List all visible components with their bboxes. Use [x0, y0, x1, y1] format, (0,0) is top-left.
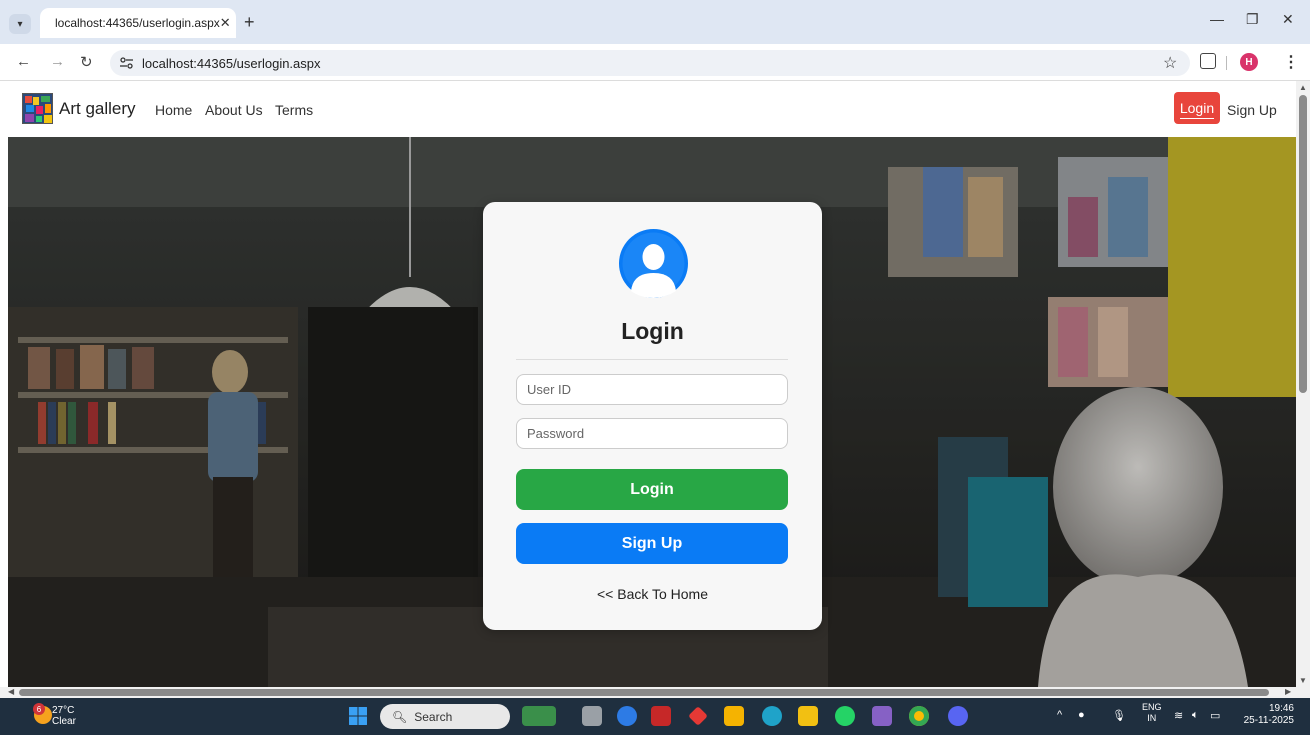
- url-text: localhost:44365/userlogin.aspx: [142, 55, 321, 71]
- widgets-game-icon[interactable]: [522, 706, 556, 726]
- git-icon[interactable]: [688, 706, 708, 726]
- site-settings-icon[interactable]: [118, 56, 136, 70]
- wifi-icon[interactable]: ≋: [1174, 709, 1183, 722]
- page-viewport: Art gallery Home About Us Terms Login Si…: [0, 81, 1296, 687]
- mcafee-icon[interactable]: [651, 706, 671, 726]
- bookmark-star-icon[interactable]: ☆: [1163, 53, 1177, 73]
- minimize-icon[interactable]: —: [1210, 11, 1224, 27]
- address-toolbar: ← → ↻ localhost:44365/userlogin.aspx ☆ H…: [0, 44, 1310, 81]
- browser-tab[interactable]: localhost:44365/userlogin.aspx ✕: [40, 8, 236, 38]
- browser-menu-icon[interactable]: ⋮: [1283, 52, 1299, 72]
- search-label: Search: [414, 709, 453, 724]
- forward-arrow-icon[interactable]: →: [50, 53, 65, 70]
- store-icon[interactable]: [724, 706, 744, 726]
- visual-studio-icon[interactable]: [872, 706, 892, 726]
- browser-tab-bar: ▾ localhost:44365/userlogin.aspx ✕ + — ❐…: [0, 0, 1310, 44]
- edge-icon[interactable]: [762, 706, 782, 726]
- extensions-icon[interactable]: [1200, 53, 1216, 69]
- microphone-icon[interactable]: 🎙︎: [1112, 709, 1126, 722]
- clock-time: 19:46: [1268, 703, 1294, 714]
- vertical-scroll-thumb[interactable]: [1299, 95, 1307, 393]
- url-bar[interactable]: localhost:44365/userlogin.aspx: [110, 50, 1190, 76]
- tray-app-icon[interactable]: ●: [1078, 709, 1085, 721]
- site-navbar: Art gallery Home About Us Terms Login Si…: [0, 81, 1296, 137]
- copilot-icon[interactable]: [617, 706, 637, 726]
- weather-widget[interactable]: 27°C Clear: [52, 705, 76, 727]
- login-button[interactable]: Login: [516, 469, 788, 510]
- signup-button[interactable]: Sign Up: [516, 523, 788, 564]
- login-title: Login: [621, 318, 684, 344]
- chrome-icon[interactable]: [909, 706, 929, 726]
- language-indicator[interactable]: ENG IN: [1142, 702, 1162, 724]
- weather-condition: Clear: [52, 716, 76, 727]
- back-to-home-link[interactable]: << Back To Home: [483, 586, 822, 602]
- profile-avatar[interactable]: H: [1240, 53, 1258, 71]
- tab-search-chevron-icon[interactable]: ▾: [9, 14, 31, 34]
- start-windows-icon[interactable]: [348, 706, 368, 726]
- new-tab-icon[interactable]: +: [244, 12, 255, 33]
- battery-icon[interactable]: ▭: [1210, 709, 1220, 722]
- discord-icon[interactable]: [948, 706, 968, 726]
- back-arrow-icon[interactable]: ←: [16, 53, 31, 70]
- scroll-down-arrow-icon[interactable]: ▼: [1299, 676, 1307, 685]
- nav-terms-link[interactable]: Terms: [275, 102, 313, 118]
- nav-home-link[interactable]: Home: [155, 102, 192, 118]
- windows-taskbar: 6 27°C Clear 🔍︎ Search ^ ● 🎙︎ ENG IN ≋ 🔈…: [0, 698, 1310, 735]
- reload-icon[interactable]: ↻: [80, 53, 93, 71]
- weather-badge: 6: [33, 703, 45, 715]
- tray-overflow-chevron-icon[interactable]: ^: [1057, 709, 1062, 721]
- brand-name[interactable]: Art gallery: [59, 99, 136, 119]
- logo-mosaic-icon: [23, 94, 52, 123]
- taskbar-search[interactable]: 🔍︎ Search: [380, 704, 510, 729]
- search-icon: 🔍︎: [392, 709, 408, 724]
- tab-title: localhost:44365/userlogin.aspx: [55, 16, 220, 30]
- login-card: Login Login Sign Up << Back To Home: [483, 202, 822, 630]
- lang-region: IN: [1147, 713, 1157, 723]
- restore-icon[interactable]: ❐: [1246, 11, 1259, 28]
- lang-code: ENG: [1142, 702, 1162, 712]
- nav-login-button[interactable]: Login: [1174, 92, 1220, 124]
- whatsapp-icon[interactable]: [835, 706, 855, 726]
- scroll-right-arrow-icon[interactable]: ▶: [1285, 687, 1291, 696]
- scroll-up-arrow-icon[interactable]: ▲: [1299, 83, 1307, 92]
- horizontal-scroll-thumb[interactable]: [19, 689, 1269, 696]
- nav-signup-link[interactable]: Sign Up: [1227, 102, 1277, 118]
- volume-icon[interactable]: 🔈︎: [1192, 709, 1199, 722]
- password-input[interactable]: [516, 418, 788, 449]
- user-avatar-icon: [619, 229, 688, 298]
- close-tab-icon[interactable]: ✕: [220, 15, 231, 31]
- toolbar-divider: [1226, 56, 1227, 70]
- system-clock[interactable]: 19:46 25-11-2025: [1236, 703, 1294, 727]
- art-gallery-logo[interactable]: [22, 93, 53, 124]
- scroll-left-arrow-icon[interactable]: ◀: [8, 687, 14, 696]
- horizontal-scrollbar[interactable]: ◀ ▶: [0, 687, 1310, 698]
- nav-about-link[interactable]: About Us: [205, 102, 263, 118]
- userid-input[interactable]: [516, 374, 788, 405]
- temperature: 27°C: [52, 705, 75, 716]
- clock-date: 25-11-2025: [1243, 715, 1294, 726]
- vertical-scrollbar[interactable]: ▲ ▼: [1296, 81, 1310, 687]
- task-view-icon[interactable]: [582, 706, 602, 726]
- close-window-icon[interactable]: ✕: [1282, 11, 1294, 28]
- card-divider: [516, 359, 788, 360]
- file-explorer-icon[interactable]: [798, 706, 818, 726]
